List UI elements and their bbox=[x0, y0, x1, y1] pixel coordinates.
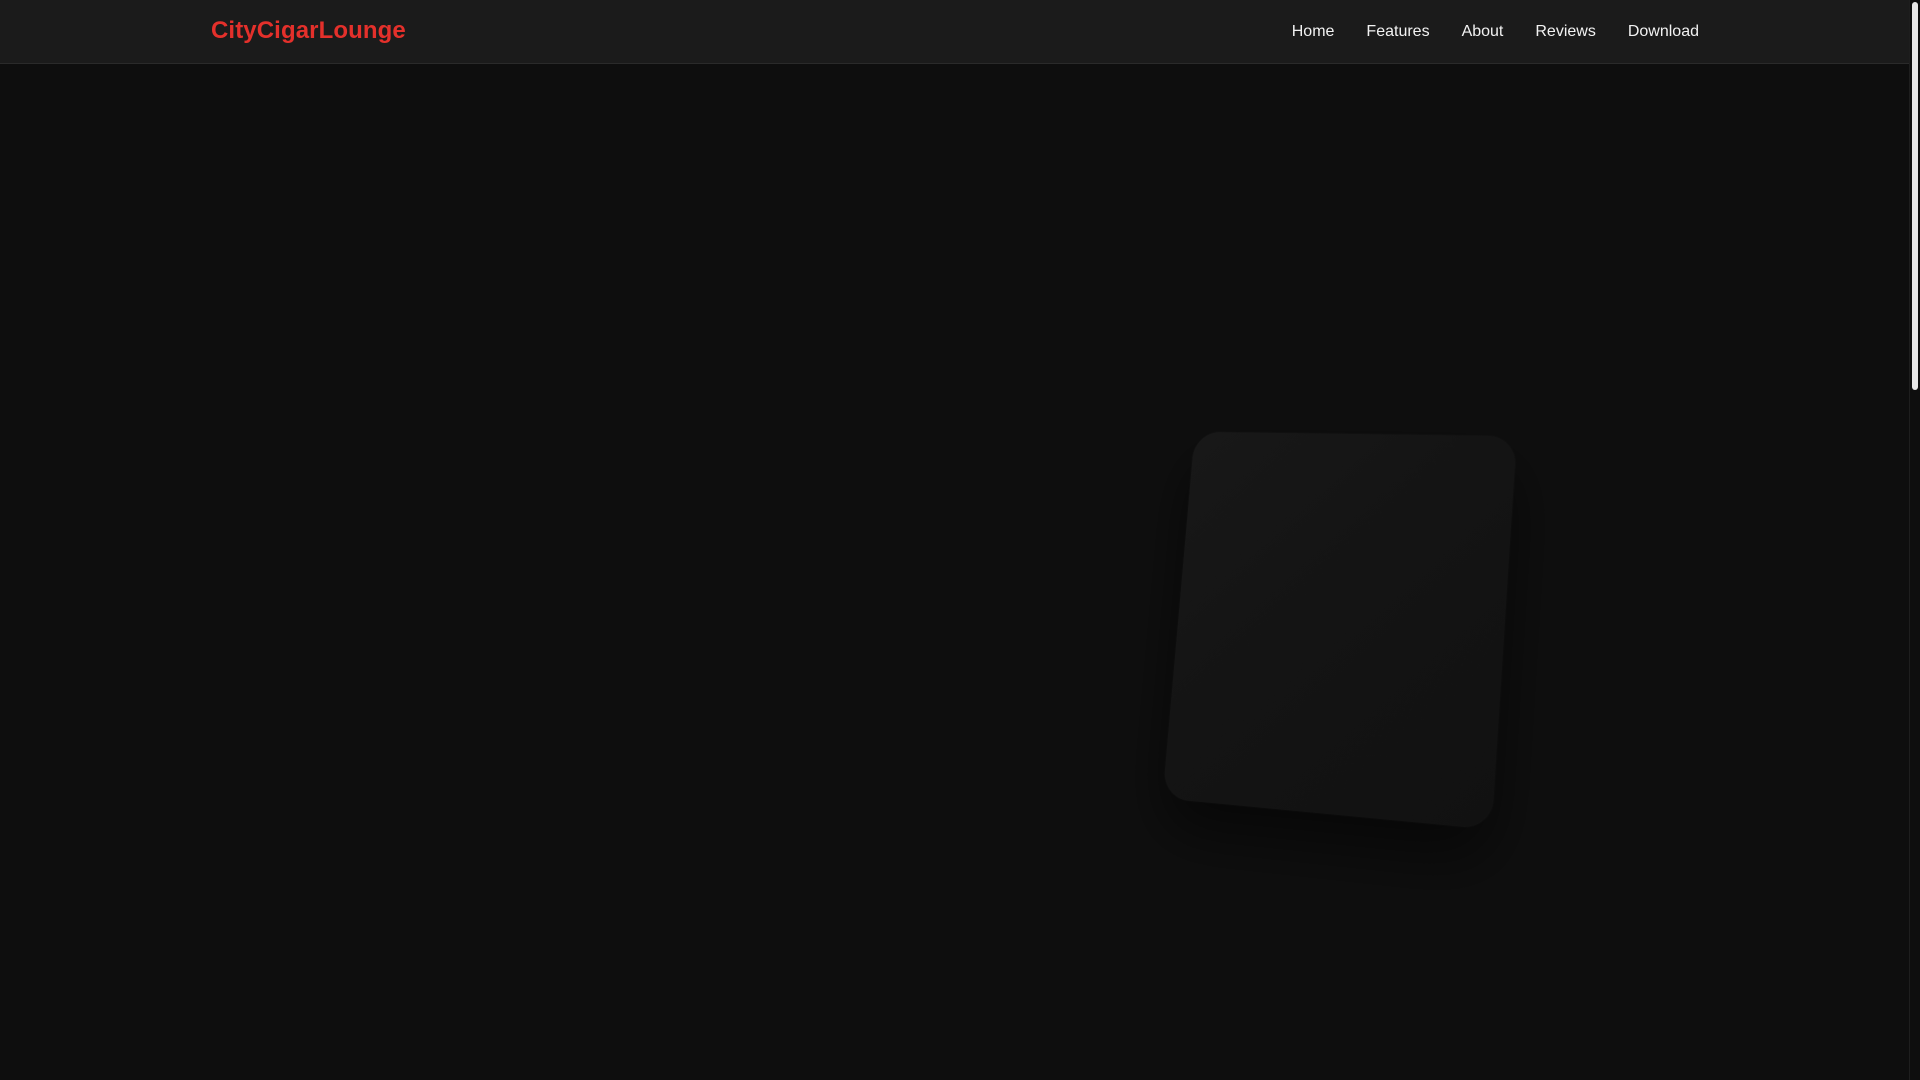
hero-section bbox=[0, 64, 1910, 1080]
nav-link-home[interactable]: Home bbox=[1292, 22, 1335, 41]
page: CityCigarLounge Home Features About Revi… bbox=[0, 0, 1920, 1080]
scrollbar-thumb[interactable] bbox=[1912, 2, 1918, 390]
brand-logo-link[interactable]: CityCigarLounge bbox=[211, 17, 406, 45]
nav-links: Home Features About Reviews Download bbox=[1292, 22, 1699, 41]
nav-link-reviews[interactable]: Reviews bbox=[1535, 22, 1595, 41]
vertical-scrollbar[interactable] bbox=[1909, 0, 1920, 1080]
nav-link-about[interactable]: About bbox=[1462, 22, 1504, 41]
navbar: CityCigarLounge Home Features About Revi… bbox=[0, 0, 1910, 64]
nav-link-download[interactable]: Download bbox=[1628, 22, 1699, 41]
app-mockup-card bbox=[1162, 432, 1516, 830]
nav-link-features[interactable]: Features bbox=[1366, 22, 1429, 41]
